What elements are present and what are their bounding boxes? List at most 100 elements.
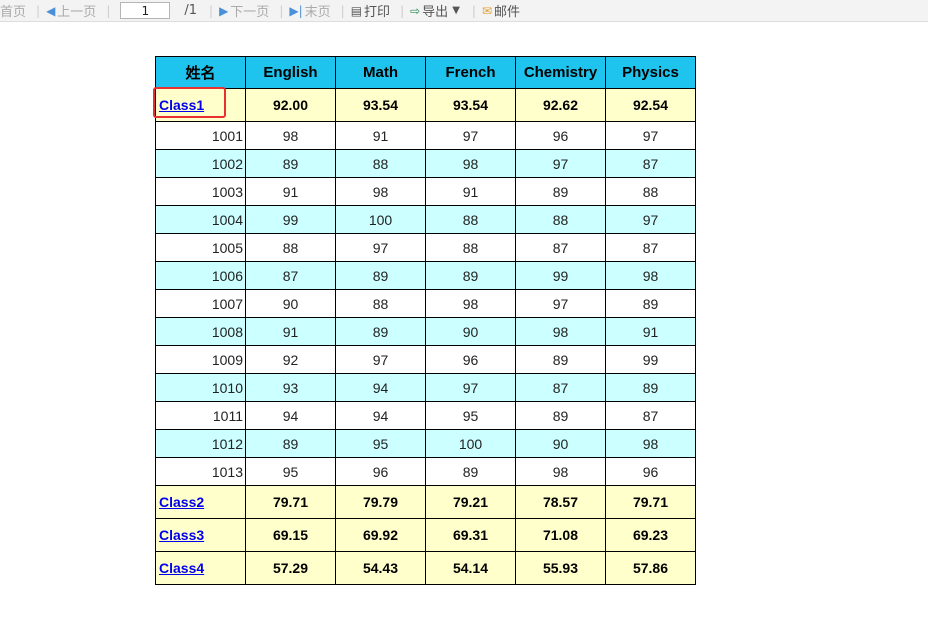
class-average-cell: 79.79: [335, 485, 426, 519]
printer-icon: ▤: [350, 3, 363, 18]
print-label: 打印: [364, 5, 391, 20]
student-score-cell: 96: [605, 457, 696, 486]
student-score-cell: 89: [245, 429, 336, 458]
class-average-cell: 79.71: [605, 485, 696, 519]
student-id-cell: 1001: [155, 121, 246, 150]
class-name-cell: Class1: [155, 88, 246, 122]
student-row: 1012 89 95 100 90 98: [155, 429, 696, 458]
next-page-label: 下一页: [230, 5, 270, 20]
class-name-cell: Class4: [155, 551, 246, 585]
student-score-cell: 87: [605, 233, 696, 262]
triangle-right-icon: ▶: [219, 3, 229, 18]
class-average-cell: 69.31: [425, 518, 516, 552]
student-row: 1011 94 94 95 89 87: [155, 401, 696, 430]
class-average-cell: 54.14: [425, 551, 516, 585]
student-score-cell: 87: [515, 373, 606, 402]
student-row: 1005 88 97 88 87 87: [155, 233, 696, 262]
next-page-button[interactable]: ▶ 下一页: [219, 1, 270, 21]
class-summary-row: Class4 57.29 54.43 54.14 55.93 57.86: [155, 551, 696, 585]
student-score-cell: 98: [605, 429, 696, 458]
student-score-cell: 89: [605, 289, 696, 318]
student-id-cell: 1008: [155, 317, 246, 346]
last-page-label: 末页: [304, 5, 331, 20]
student-score-cell: 88: [605, 177, 696, 206]
student-id-cell: 1012: [155, 429, 246, 458]
first-page-label: 首页: [0, 5, 27, 20]
student-score-cell: 93: [245, 373, 336, 402]
student-id-cell: 1006: [155, 261, 246, 290]
student-score-cell: 97: [335, 233, 426, 262]
last-page-button[interactable]: ▶| 末页: [289, 1, 331, 21]
student-score-cell: 98: [245, 121, 336, 150]
student-score-cell: 95: [425, 401, 516, 430]
student-row: 1008 91 89 90 98 91: [155, 317, 696, 346]
student-id-cell: 1010: [155, 373, 246, 402]
triangle-left-icon: ◀: [46, 3, 56, 18]
class-summary-row: Class1 92.00 93.54 93.54 92.62 92.54: [155, 88, 696, 122]
student-score-cell: 100: [335, 205, 426, 234]
class-average-cell: 69.15: [245, 518, 336, 552]
student-id-cell: 1003: [155, 177, 246, 206]
student-score-cell: 98: [605, 261, 696, 290]
header-row: 姓名 English Math French Chemistry Physics: [155, 56, 696, 89]
student-score-cell: 97: [515, 289, 606, 318]
student-score-cell: 100: [425, 429, 516, 458]
class-average-cell: 92.00: [245, 88, 336, 122]
envelope-icon: ✉: [481, 3, 492, 18]
student-score-cell: 99: [515, 261, 606, 290]
student-score-cell: 98: [515, 317, 606, 346]
print-button[interactable]: ▤ 打印: [350, 1, 391, 21]
class-average-cell: 57.29: [245, 551, 336, 585]
column-header-subject: French: [425, 56, 516, 89]
mail-button[interactable]: ✉ 邮件: [481, 1, 520, 21]
report-toolbar: 首页 | ◀ 上一页 | /1 | ▶ 下一页 | ▶| 末页 | ▤ 打印 |…: [0, 0, 928, 22]
student-score-cell: 88: [425, 205, 516, 234]
student-row: 1013 95 96 89 98 96: [155, 457, 696, 486]
toolbar-divider: |: [106, 3, 111, 18]
student-score-cell: 97: [425, 373, 516, 402]
prev-page-button[interactable]: ◀ 上一页: [46, 1, 97, 21]
student-score-cell: 91: [605, 317, 696, 346]
student-score-cell: 91: [245, 317, 336, 346]
column-header-subject: Physics: [605, 56, 696, 89]
export-button[interactable]: ⇨ 导出 ▼: [410, 1, 462, 21]
student-score-cell: 99: [605, 345, 696, 374]
caret-down-icon: ▼: [452, 5, 460, 16]
first-page-button[interactable]: 首页: [0, 1, 26, 20]
student-score-cell: 95: [245, 457, 336, 486]
page-number-input[interactable]: [120, 2, 171, 19]
student-score-cell: 97: [605, 205, 696, 234]
class1-link[interactable]: Class1: [159, 97, 204, 113]
student-row: 1001 98 91 97 96 97: [155, 121, 696, 150]
class-average-cell: 71.08: [515, 518, 606, 552]
student-score-cell: 95: [335, 429, 426, 458]
prev-page-label: 上一页: [57, 5, 97, 20]
student-score-cell: 96: [425, 345, 516, 374]
score-report-table: 姓名 English Math French Chemistry Physics Clas…: [155, 56, 696, 585]
column-header-subject: Chemistry: [515, 56, 606, 89]
class3-link[interactable]: Class3: [159, 527, 204, 543]
student-score-cell: 96: [515, 121, 606, 150]
class2-link[interactable]: Class2: [159, 494, 204, 510]
class-average-cell: 93.54: [425, 88, 516, 122]
student-score-cell: 89: [335, 317, 426, 346]
student-row: 1006 87 89 89 99 98: [155, 261, 696, 290]
student-score-cell: 89: [245, 149, 336, 178]
student-score-cell: 98: [335, 177, 426, 206]
export-icon: ⇨: [410, 3, 421, 18]
class4-link[interactable]: Class4: [159, 560, 204, 576]
column-header-name: 姓名: [155, 56, 246, 89]
student-row: 1002 89 88 98 97 87: [155, 149, 696, 178]
student-score-cell: 89: [335, 261, 426, 290]
student-score-cell: 87: [605, 401, 696, 430]
student-id-cell: 1013: [155, 457, 246, 486]
toolbar-divider: |: [209, 3, 214, 18]
student-score-cell: 97: [605, 121, 696, 150]
student-score-cell: 97: [515, 149, 606, 178]
student-row: 1007 90 88 98 97 89: [155, 289, 696, 318]
student-row: 1003 91 98 91 89 88: [155, 177, 696, 206]
student-score-cell: 91: [335, 121, 426, 150]
student-row: 1009 92 97 96 89 99: [155, 345, 696, 374]
student-score-cell: 94: [335, 373, 426, 402]
student-score-cell: 89: [605, 373, 696, 402]
